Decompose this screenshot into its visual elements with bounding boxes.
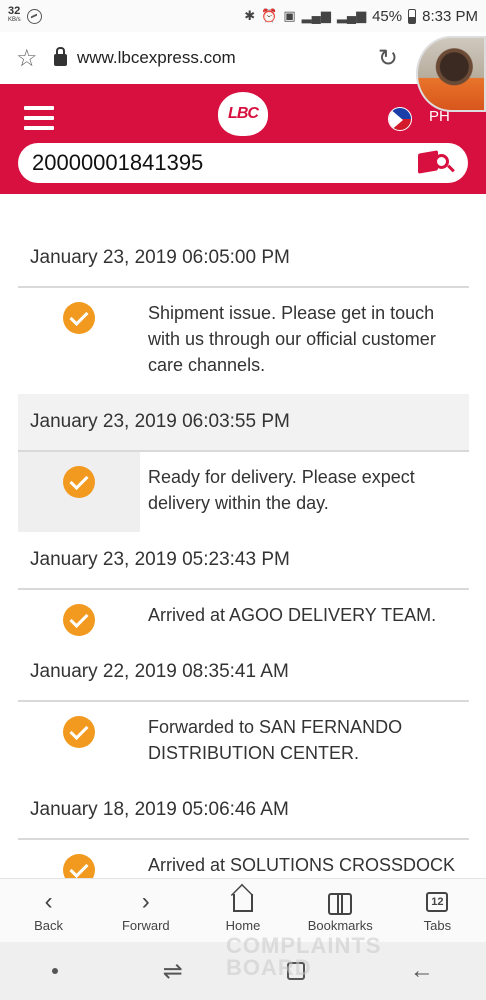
- battery-icon: [408, 8, 417, 24]
- timeline-datetime: January 18, 2019 05:06:46 AM: [18, 782, 469, 840]
- back-button[interactable]: ‹ Back: [0, 879, 97, 942]
- browser-url-bar: ☆ www.lbcexpress.com ↻: [0, 32, 486, 84]
- bluetooth-icon: ✱: [244, 8, 256, 23]
- timeline-datetime: January 23, 2019 05:23:43 PM: [18, 532, 469, 590]
- url-text[interactable]: www.lbcexpress.com: [77, 48, 378, 68]
- timeline-status-text: Shipment issue. Please get in touch with…: [148, 303, 436, 375]
- check-circle-icon: [63, 854, 95, 878]
- timeline-icon-cell: [18, 702, 140, 782]
- back-label: Back: [34, 918, 64, 933]
- chevron-left-icon: ‹: [44, 888, 53, 915]
- tracking-search-box: [18, 143, 468, 183]
- timeline-datetime: January 23, 2019 06:03:55 PM: [18, 394, 469, 452]
- vibrate-icon: ▣: [283, 8, 296, 23]
- alarm-icon: ⏰: [261, 8, 278, 23]
- lbc-logo-text: LBC: [228, 105, 259, 122]
- forward-button[interactable]: › Forward: [97, 879, 194, 942]
- status-bar: 32 KB/s ✱ ⏰ ▣ ▂▄▆ ▂▄▆ 45% 8:33 PM: [0, 0, 486, 32]
- timeline-status-text: Ready for delivery. Please expect delive…: [148, 467, 415, 513]
- bookmark-star-icon[interactable]: ☆: [16, 44, 46, 73]
- check-circle-icon: [63, 466, 95, 498]
- network-speed-value: 32: [8, 5, 21, 17]
- network-speed-unit: KB/s: [8, 17, 21, 23]
- check-circle-icon: [63, 716, 95, 748]
- philippines-flag-icon[interactable]: [388, 107, 412, 131]
- timeline-status-text: Arrived at SOLUTIONS CROSSDOCK ALABANG (…: [148, 855, 456, 875]
- timeline-entry: Arrived at SOLUTIONS CROSSDOCK ALABANG (…: [18, 840, 469, 878]
- home-icon: [233, 894, 253, 912]
- timeline-status-text: Arrived at AGOO DELIVERY TEAM.: [148, 605, 437, 625]
- hamburger-menu-icon[interactable]: [24, 106, 54, 130]
- chevron-right-icon: ›: [141, 888, 150, 915]
- signal-icon-2: ▂▄▆: [336, 8, 367, 23]
- tabs-label: Tabs: [423, 918, 452, 933]
- clock: 8:33 PM: [422, 7, 478, 25]
- timeline-entry: Forwarded to SAN FERNANDO DISTRIBUTION C…: [18, 702, 469, 782]
- bookmarks-icon: [328, 893, 353, 915]
- signal-icon: ▂▄▆: [301, 8, 331, 23]
- tracking-number-input[interactable]: [32, 150, 418, 176]
- timeline-datetime: January 22, 2019 08:35:41 AM: [18, 644, 469, 702]
- check-circle-icon: [63, 604, 95, 636]
- reload-icon[interactable]: ↻: [378, 44, 398, 73]
- nav-home-icon[interactable]: [287, 962, 306, 980]
- tracking-timeline: January 23, 2019 06:05:00 PM Shipment iss…: [18, 230, 469, 878]
- track-search-icon[interactable]: [418, 150, 456, 176]
- lock-icon: [54, 47, 67, 66]
- timeline-datetime: January 23, 2019 06:05:00 PM: [18, 230, 469, 288]
- forward-label: Forward: [121, 918, 170, 933]
- system-nav-bar: ⇌ ←: [0, 942, 486, 1000]
- browser-toolbar: ‹ Back › Forward Home Bookmarks 12 Tabs: [0, 878, 486, 942]
- network-speed: 32 KB/s: [8, 5, 21, 25]
- tabs-button[interactable]: 12 Tabs: [389, 879, 486, 942]
- timeline-status-text: Forwarded to SAN FERNANDO DISTRIBUTION C…: [148, 717, 403, 763]
- site-header: LBC PH: [0, 84, 486, 194]
- bookmarks-button[interactable]: Bookmarks: [292, 879, 389, 942]
- battery-percent: 45%: [372, 7, 403, 25]
- timeline-icon-cell: [18, 288, 140, 394]
- chat-head-avatar[interactable]: [416, 36, 486, 112]
- timeline-entry: Ready for delivery. Please expect delive…: [18, 452, 469, 532]
- bookmarks-label: Bookmarks: [307, 918, 373, 933]
- timeline-icon-cell: [18, 590, 140, 644]
- timeline-entry: Arrived at AGOO DELIVERY TEAM.: [18, 590, 469, 644]
- recent-apps-icon[interactable]: ⇌: [163, 957, 183, 986]
- tabs-icon: 12: [426, 892, 449, 912]
- check-circle-icon: [63, 302, 95, 334]
- timeline-icon-cell: [18, 452, 140, 532]
- messenger-icon: [26, 8, 42, 24]
- lbc-logo[interactable]: LBC: [218, 92, 268, 136]
- home-button[interactable]: Home: [194, 879, 291, 942]
- home-label: Home: [225, 918, 261, 933]
- timeline-entry: Shipment issue. Please get in touch with…: [18, 288, 469, 394]
- status-left: 32 KB/s: [8, 5, 42, 25]
- timeline-icon-cell: [18, 840, 140, 878]
- status-right: ✱ ⏰ ▣ ▂▄▆ ▂▄▆ 45% 8:33 PM: [244, 8, 478, 25]
- nav-dot-icon: [52, 968, 59, 974]
- nav-back-icon[interactable]: ←: [410, 957, 434, 985]
